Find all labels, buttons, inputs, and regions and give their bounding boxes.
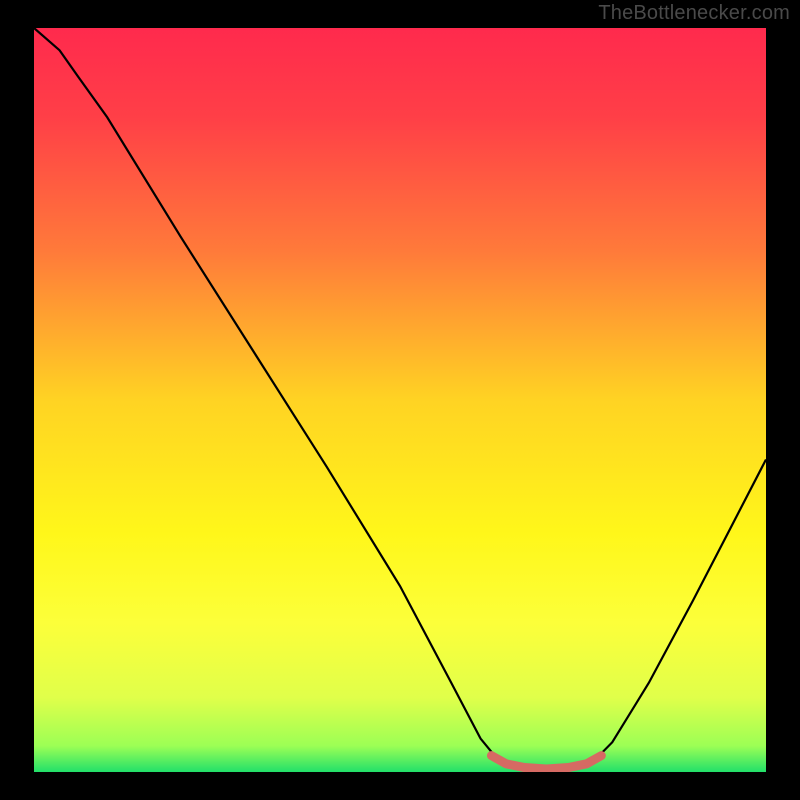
bottleneck-chart xyxy=(0,0,800,800)
attribution-label: TheBottlenecker.com xyxy=(598,2,790,25)
gradient-background xyxy=(34,28,766,772)
